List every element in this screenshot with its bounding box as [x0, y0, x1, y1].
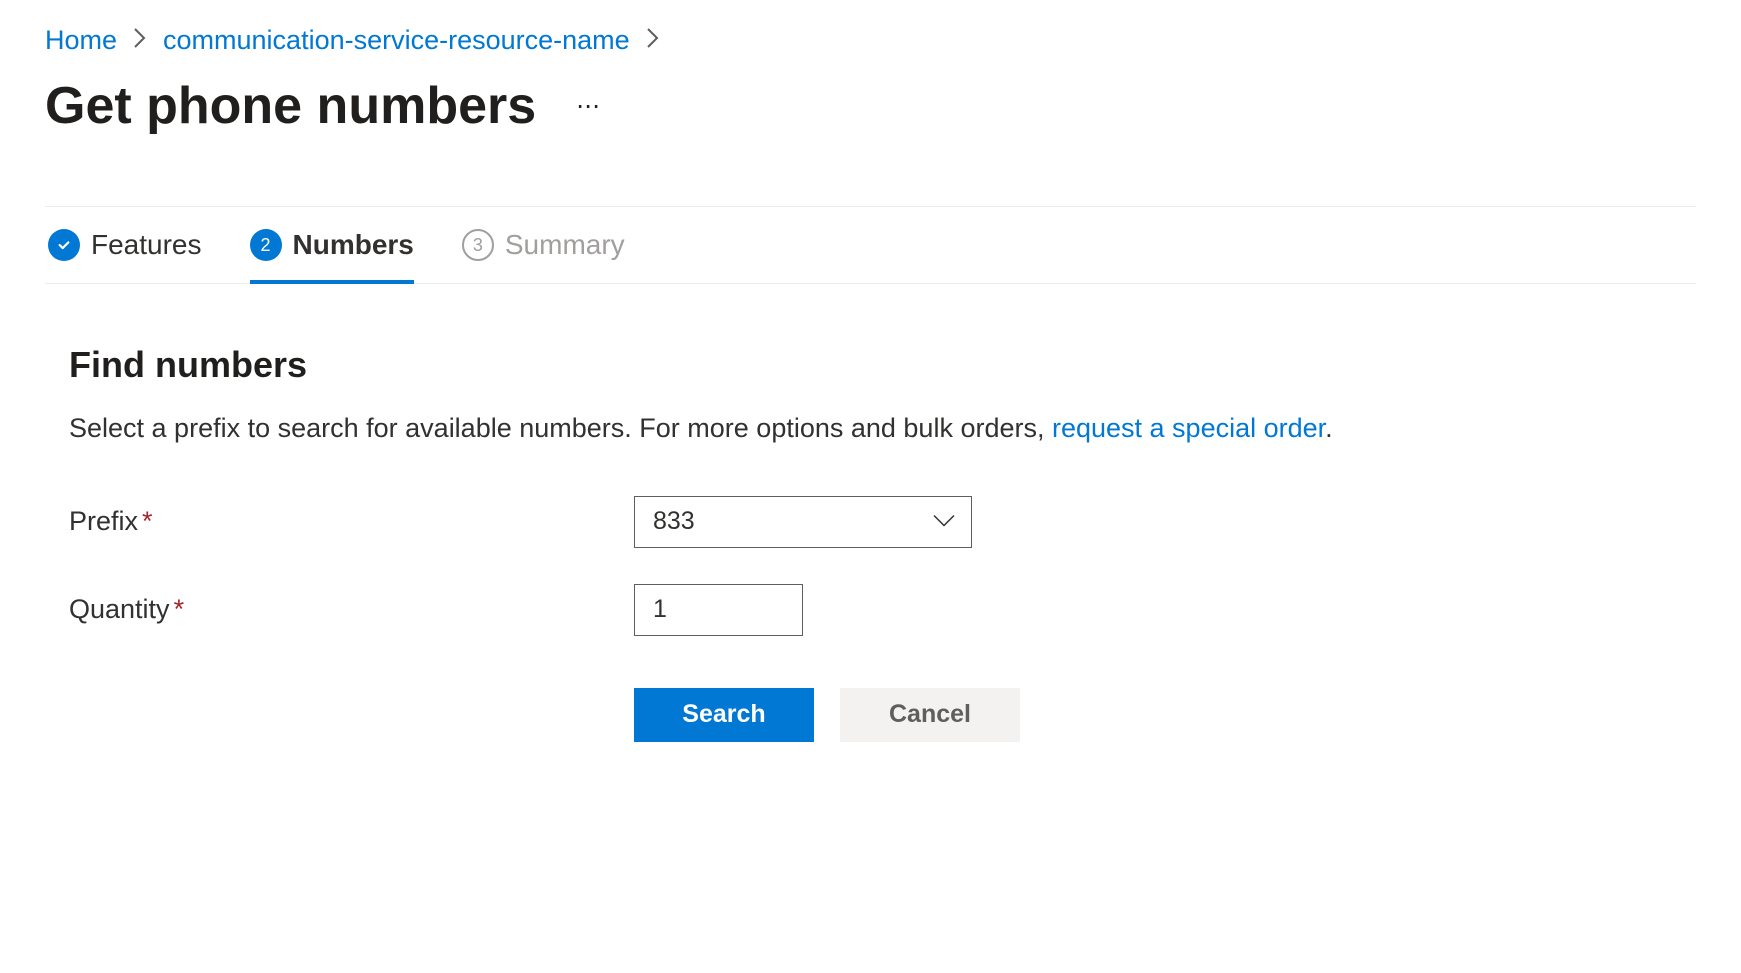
quantity-row: Quantity* — [69, 584, 1672, 636]
prefix-select[interactable] — [634, 496, 972, 548]
tab-label: Numbers — [293, 229, 414, 261]
prefix-label: Prefix* — [69, 506, 634, 537]
tab-label: Features — [91, 229, 202, 261]
breadcrumb: Home communication-service-resource-name — [45, 25, 1696, 56]
special-order-link[interactable]: request a special order — [1052, 413, 1325, 443]
wizard-tabs: Features 2 Numbers 3 Summary — [45, 206, 1696, 284]
prefix-select-wrapper — [634, 496, 972, 548]
page-title-row: Get phone numbers ⋯ — [45, 76, 1696, 136]
step-number-icon: 2 — [250, 229, 282, 261]
tab-features[interactable]: Features — [48, 207, 202, 283]
chevron-right-icon — [646, 27, 660, 55]
required-indicator: * — [174, 594, 185, 624]
content-area: Find numbers Select a prefix to search f… — [45, 284, 1696, 742]
breadcrumb-resource-link[interactable]: communication-service-resource-name — [163, 25, 630, 56]
prefix-row: Prefix* — [69, 496, 1672, 548]
check-circle-icon — [48, 229, 80, 261]
quantity-label: Quantity* — [69, 594, 634, 625]
page-title: Get phone numbers — [45, 76, 536, 136]
section-title: Find numbers — [69, 344, 1672, 386]
tab-label: Summary — [505, 229, 625, 261]
cancel-button[interactable]: Cancel — [840, 688, 1020, 742]
quantity-input[interactable] — [634, 584, 803, 636]
section-description: Select a prefix to search for available … — [69, 410, 1672, 448]
chevron-right-icon — [133, 27, 147, 55]
step-number-icon: 3 — [462, 229, 494, 261]
more-actions-button[interactable]: ⋯ — [576, 92, 602, 121]
button-row: Search Cancel — [634, 688, 1672, 742]
breadcrumb-home-link[interactable]: Home — [45, 25, 117, 56]
tab-numbers[interactable]: 2 Numbers — [250, 207, 414, 283]
search-button[interactable]: Search — [634, 688, 814, 742]
required-indicator: * — [142, 506, 153, 536]
tab-summary[interactable]: 3 Summary — [462, 207, 625, 283]
